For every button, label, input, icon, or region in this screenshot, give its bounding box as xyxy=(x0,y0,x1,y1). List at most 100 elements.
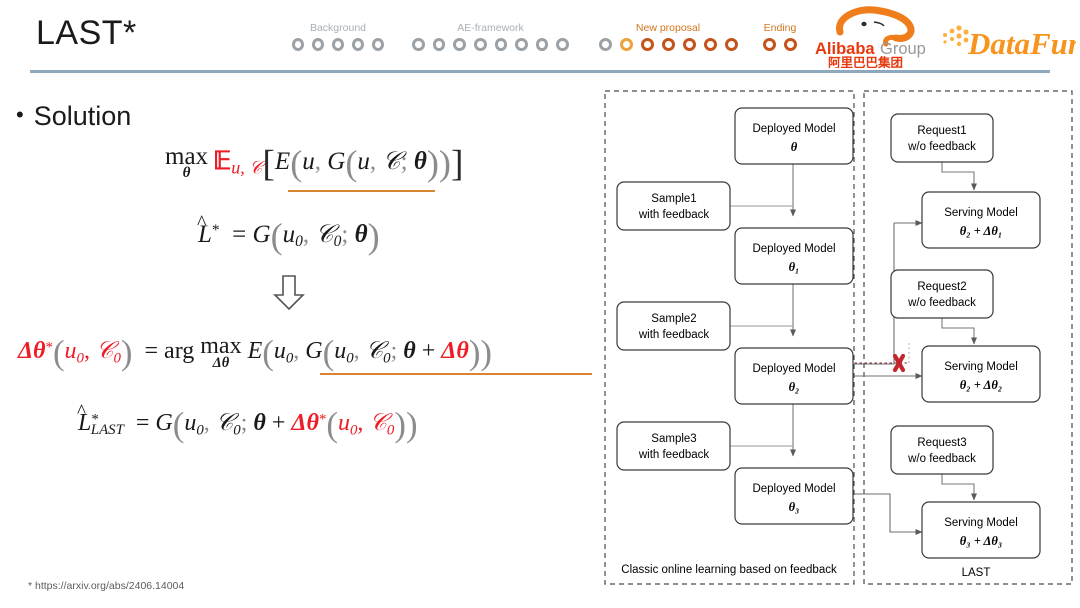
panel-caption-left: Classic online learning based on feedbac… xyxy=(621,564,837,576)
nav-dot[interactable] xyxy=(494,38,508,51)
nav-dot-current[interactable] xyxy=(619,38,633,51)
title-divider xyxy=(30,70,1050,73)
deployed-model-box[interactable]: Deployed Model θ₁ xyxy=(734,227,854,285)
nav-dot[interactable] xyxy=(724,38,738,51)
box-title: Serving Model xyxy=(944,207,1018,219)
bullet-point-icon: • xyxy=(16,102,24,127)
l-hat-symbol: L* ^ xyxy=(197,211,220,248)
nav-dot[interactable] xyxy=(312,38,324,51)
box-theta: θ₂ + Δθ₂ xyxy=(960,378,1002,392)
nav-dot[interactable] xyxy=(682,38,696,51)
box-line2: w/o feedback xyxy=(907,453,976,465)
formula-lstar: L* ^ = G(u0, 𝒞0; θ) xyxy=(197,211,380,256)
expectation-symbol: 𝔼 xyxy=(213,147,232,175)
nav-dot[interactable] xyxy=(432,38,446,51)
box-line2: with feedback xyxy=(638,329,710,341)
formula-l-last: L*LAST ^ = G(u0, 𝒞0; θ + Δθ*(u0, 𝒞0)) xyxy=(77,401,418,444)
nav-dot[interactable] xyxy=(535,38,549,51)
sample-box[interactable]: Sample3 with feedback xyxy=(616,421,731,471)
nav-dot[interactable] xyxy=(332,38,344,51)
formula-underline-2 xyxy=(320,373,592,375)
serving-model-box[interactable]: Serving Model θ₂ + Δθ₁ xyxy=(921,191,1041,249)
nav-dot[interactable] xyxy=(292,38,304,51)
box-theta: θ xyxy=(791,140,798,154)
nav-dot[interactable] xyxy=(763,38,776,51)
box-theta: θ₃ + Δθ₃ xyxy=(960,534,1002,548)
panel-caption-right: LAST xyxy=(962,567,991,579)
nav-dots xyxy=(593,38,743,51)
request-box[interactable]: Request3 w/o feedback xyxy=(890,425,994,475)
box-line1: Request2 xyxy=(917,281,966,293)
nav-group-background[interactable]: Background xyxy=(288,22,388,51)
serving-model-box[interactable]: Serving Model θ₂ + Δθ₂ xyxy=(921,345,1041,403)
deployed-model-box[interactable]: Deployed Model θ xyxy=(734,107,854,165)
sample-box[interactable]: Sample2 with feedback xyxy=(616,301,731,351)
alibaba-group-logo: Alibaba Group 阿里巴巴集团 xyxy=(814,6,942,70)
box-line1: Request3 xyxy=(917,437,966,449)
box-line2: w/o feedback xyxy=(907,297,976,309)
nav-dots xyxy=(288,38,388,51)
box-title: Deployed Model xyxy=(752,363,835,375)
footnote-link[interactable]: * https://arxiv.org/abs/2406.14004 xyxy=(28,580,184,592)
nav-dot[interactable] xyxy=(473,38,487,51)
nav-group-label: Background xyxy=(309,22,367,34)
formula-objective: max θ 𝔼u, 𝒞[E(u, G(u, 𝒞; θ))] xyxy=(165,142,464,185)
expectation-subscript: u, 𝒞 xyxy=(231,157,263,178)
box-line1: Sample2 xyxy=(651,313,696,325)
box-line2: w/o feedback xyxy=(907,141,976,153)
formula-delta-theta-star: Δθ*(u0, 𝒞0) = arg max Δθ E(u0, G(u0, 𝒞0; θ… xyxy=(18,332,492,372)
nav-group-label: Ending xyxy=(763,22,797,34)
box-title: Serving Model xyxy=(944,517,1018,529)
box-line1: Sample3 xyxy=(651,433,696,445)
nav-dots xyxy=(408,38,573,51)
datafun-logo: DataFun. xyxy=(940,22,1080,62)
nav-group-label: New proposal xyxy=(635,22,701,34)
architecture-diagram: Deployed Model θ Deployed Model θ₁ Deplo… xyxy=(604,90,1074,595)
box-title: Serving Model xyxy=(944,361,1018,373)
box-theta: θ₃ xyxy=(789,500,800,514)
box-line2: with feedback xyxy=(638,449,710,461)
box-title: Deployed Model xyxy=(752,123,835,135)
nav-dot[interactable] xyxy=(640,38,654,51)
deployed-model-box[interactable]: Deployed Model θ₃ xyxy=(734,467,854,525)
implication-arrow-icon xyxy=(272,275,306,311)
sample-box[interactable]: Sample1 with feedback xyxy=(616,181,731,231)
argmax-operator: max Δθ xyxy=(200,332,242,371)
nav-dot[interactable] xyxy=(515,38,528,51)
bullet-label: Solution xyxy=(33,101,132,131)
box-theta: θ₂ xyxy=(789,380,800,394)
nav-dots xyxy=(750,38,810,51)
nav-dot[interactable] xyxy=(598,38,612,51)
nav-group-new-proposal[interactable]: New proposal xyxy=(593,22,743,51)
formula-underline-1 xyxy=(288,190,435,192)
nav-dot[interactable] xyxy=(352,38,364,51)
nav-dot[interactable] xyxy=(556,38,569,51)
deployed-model-box[interactable]: Deployed Model θ₂ xyxy=(734,347,854,405)
nav-dot[interactable] xyxy=(703,38,717,51)
box-theta: θ₁ xyxy=(789,260,800,274)
box-line1: Sample1 xyxy=(651,193,696,205)
datafun-wordmark: DataFun. xyxy=(967,26,1076,61)
request-box[interactable]: Request2 w/o feedback xyxy=(890,269,994,319)
alibaba-chinese-name: 阿里巴巴集团 xyxy=(828,55,903,68)
datafun-dots-icon xyxy=(943,25,969,47)
box-title: Deployed Model xyxy=(752,483,835,495)
nav-dot[interactable] xyxy=(453,38,466,51)
box-theta: θ₂ + Δθ₁ xyxy=(960,224,1002,238)
nav-group-label: AE-framework xyxy=(457,22,524,34)
nav-dot[interactable] xyxy=(661,38,675,51)
box-line2: with feedback xyxy=(638,209,710,221)
request-box[interactable]: Request1 w/o feedback xyxy=(890,113,994,163)
nav-dot[interactable] xyxy=(372,38,384,51)
page-title: LAST* xyxy=(36,14,137,52)
nav-dot[interactable] xyxy=(784,38,797,51)
nav-dot[interactable] xyxy=(412,38,425,51)
max-operator: max θ xyxy=(165,142,209,182)
box-line1: Request1 xyxy=(917,125,966,137)
l-last-symbol: L*LAST ^ xyxy=(77,401,124,439)
nav-group-ae-framework[interactable]: AE-framework xyxy=(408,22,573,51)
serving-model-box[interactable]: Serving Model θ₃ + Δθ₃ xyxy=(921,501,1041,559)
box-title: Deployed Model xyxy=(752,243,835,255)
nav-group-ending[interactable]: Ending xyxy=(750,22,810,51)
solution-bullet-row: • Solution xyxy=(16,100,131,132)
